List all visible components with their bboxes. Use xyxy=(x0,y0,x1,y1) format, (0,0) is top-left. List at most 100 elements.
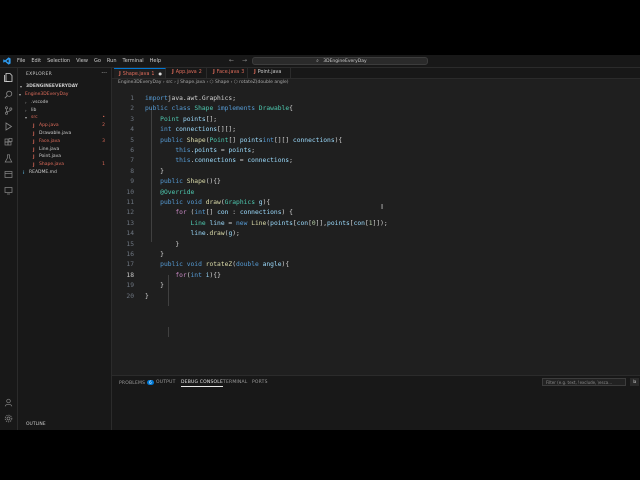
menu-bar: File Edit Selection View Go Run Terminal Help xyxy=(17,55,161,67)
explorer-title: EXPLORER xyxy=(26,72,53,77)
debug-filter-input[interactable]: Filter (e.g. text, !exclude, \esca... xyxy=(542,378,626,386)
tree-item[interactable]: ▾ src • xyxy=(18,114,111,122)
tree-item-label: Engine3DEveryDay xyxy=(25,92,69,97)
tree-item[interactable]: J App.java 2 xyxy=(18,122,111,130)
tree-item[interactable]: J Face.java 3 xyxy=(18,138,111,146)
editor-tab[interactable]: J Shape.java 1 ● xyxy=(114,68,166,78)
menu-item[interactable]: Selection xyxy=(47,55,70,67)
tab-label: Shape.java xyxy=(122,72,150,77)
chevron-down-icon: ▾ xyxy=(20,84,23,89)
explorer-icon[interactable] xyxy=(4,73,13,82)
unsaved-dot-icon[interactable]: ● xyxy=(158,71,162,76)
code-line: 2 public class Shape implements Drawable{ xyxy=(112,104,640,114)
panel-tab[interactable]: OUTPUT xyxy=(156,380,176,385)
code-text: } xyxy=(145,167,164,175)
java-file-icon: J xyxy=(119,72,121,77)
tree-item[interactable]: › lib xyxy=(18,107,111,115)
menu-item[interactable]: Help xyxy=(150,55,161,67)
run-debug-icon[interactable] xyxy=(4,122,13,131)
line-number: 12 xyxy=(126,209,134,217)
java-file-icon: J xyxy=(33,162,35,168)
tab-problem-count: 1 xyxy=(151,72,155,77)
vscode-window: File Edit Selection View Go Run Terminal Help ←… xyxy=(0,55,640,430)
tree-item[interactable]: J Line.java xyxy=(18,146,111,154)
panel-tab[interactable]: PROBLEMS 6 xyxy=(119,380,154,386)
command-center-search[interactable]: ⌕ 3DEngineEveryDay xyxy=(252,57,428,65)
search-icon: ⌕ xyxy=(316,59,319,64)
problem-count-badge: • xyxy=(102,115,105,121)
editor-tab[interactable]: J Face.java 3 xyxy=(208,68,248,78)
tree-item[interactable]: J Point.java xyxy=(18,153,111,161)
remote-explorer-icon[interactable] xyxy=(4,186,13,195)
editor-tab[interactable]: J App.java 2 xyxy=(167,68,207,78)
panel-tab[interactable]: PORTS xyxy=(252,380,268,385)
source-control-icon[interactable] xyxy=(4,106,13,115)
account-icon[interactable] xyxy=(4,398,13,407)
code-text: } xyxy=(145,251,164,258)
line-number: 7 xyxy=(130,157,134,165)
line-number: 20 xyxy=(126,292,134,300)
code-line: 12 for (int[] con : connections) { xyxy=(112,208,640,218)
extensions-icon[interactable] xyxy=(4,138,13,147)
breadcrumb[interactable]: Engine3DEveryDay › src › J Shape.java › … xyxy=(118,79,289,87)
panel-tab-label: OUTPUT xyxy=(156,380,176,385)
line-number: 19 xyxy=(126,282,134,290)
title-bar: File Edit Selection View Go Run Terminal Help ←… xyxy=(0,55,640,68)
tree-item-label: .vscode xyxy=(31,99,49,105)
code-text: this.connections = connections; xyxy=(175,157,293,165)
tree-item[interactable]: J Drawable.java xyxy=(18,130,111,138)
forward-arrow-icon[interactable]: → xyxy=(242,55,247,67)
code-text: public void rotateZ(double angle){ xyxy=(160,261,290,269)
code-line: 5 public Shape(Point[] pointsint[][] con… xyxy=(112,136,640,146)
tree-item[interactable]: J Shape.java 1 xyxy=(18,161,111,169)
back-arrow-icon[interactable]: ← xyxy=(229,55,234,67)
tree-item-label: Drawable.java xyxy=(39,131,72,136)
search-sidebar-icon[interactable] xyxy=(4,90,13,99)
code-text: public Shape(){} xyxy=(160,178,221,186)
panel-tab[interactable]: DEBUG CONSOLE xyxy=(181,380,224,387)
panel-tab-label: PROBLEMS xyxy=(119,381,146,386)
tree-item-label: App.java xyxy=(39,123,59,129)
panel-tab[interactable]: TERMINAL xyxy=(223,380,247,385)
editor-tab[interactable]: J Point.java xyxy=(249,68,291,78)
more-actions-icon[interactable]: ··· xyxy=(101,70,107,77)
menu-item[interactable]: File xyxy=(17,55,25,67)
project-root-label: 3DENGINEEVERYDAY xyxy=(26,84,79,89)
java-file-icon: J xyxy=(33,131,35,136)
line-number: 2 xyxy=(130,105,134,113)
code-line: 20} xyxy=(112,292,640,302)
tree-item[interactable]: i README.md xyxy=(18,169,111,177)
code-line: 16 } xyxy=(112,250,640,260)
java-file-icon: J xyxy=(33,146,35,152)
java-file-icon: J xyxy=(254,70,256,75)
menu-item[interactable]: View xyxy=(76,55,88,67)
outline-section[interactable]: OUTLINE xyxy=(26,422,46,427)
code-text: public void draw(Graphics g){ xyxy=(160,199,271,206)
code-line: 11 public void draw(Graphics g){ xyxy=(112,198,640,208)
panel-action-button[interactable]: la xyxy=(630,378,639,386)
code-text: importjava.awt.Graphics; xyxy=(145,95,236,102)
settings-gear-icon[interactable] xyxy=(4,414,13,423)
code-text: for (int[] con : connections) { xyxy=(175,209,293,217)
line-number: 14 xyxy=(126,230,134,238)
menu-item[interactable]: Go xyxy=(94,55,101,67)
line-number: 8 xyxy=(130,167,134,175)
tree-item[interactable]: › .vscode xyxy=(18,99,111,107)
tree-item[interactable]: ▾ Engine3DEveryDay xyxy=(18,91,111,99)
tree-item-label: Face.java xyxy=(39,138,61,144)
search-label: 3DEngineEveryDay xyxy=(323,59,367,64)
menu-item[interactable]: Run xyxy=(107,55,117,67)
project-root[interactable]: ▾ 3DENGINEEVERYDAY xyxy=(18,83,111,91)
code-line: 18 for(int i){} xyxy=(112,271,640,281)
testing-icon[interactable] xyxy=(4,154,13,163)
problem-count-badge: 1 xyxy=(102,162,105,168)
mouse-cursor-icon: I xyxy=(381,203,384,211)
line-number: 15 xyxy=(126,240,134,248)
code-text: Line line = new Line(points[con[0]],poin… xyxy=(190,219,388,227)
tree-item-label: src xyxy=(31,115,38,121)
explorer-sidebar: EXPLORER ··· ▾ 3DENGINEEVERYDAY ▾ Engine3… xyxy=(18,68,112,430)
menu-item[interactable]: Edit xyxy=(31,55,41,67)
java-projects-icon[interactable] xyxy=(4,170,13,179)
code-text: } xyxy=(145,292,149,300)
menu-item[interactable]: Terminal xyxy=(123,55,144,67)
